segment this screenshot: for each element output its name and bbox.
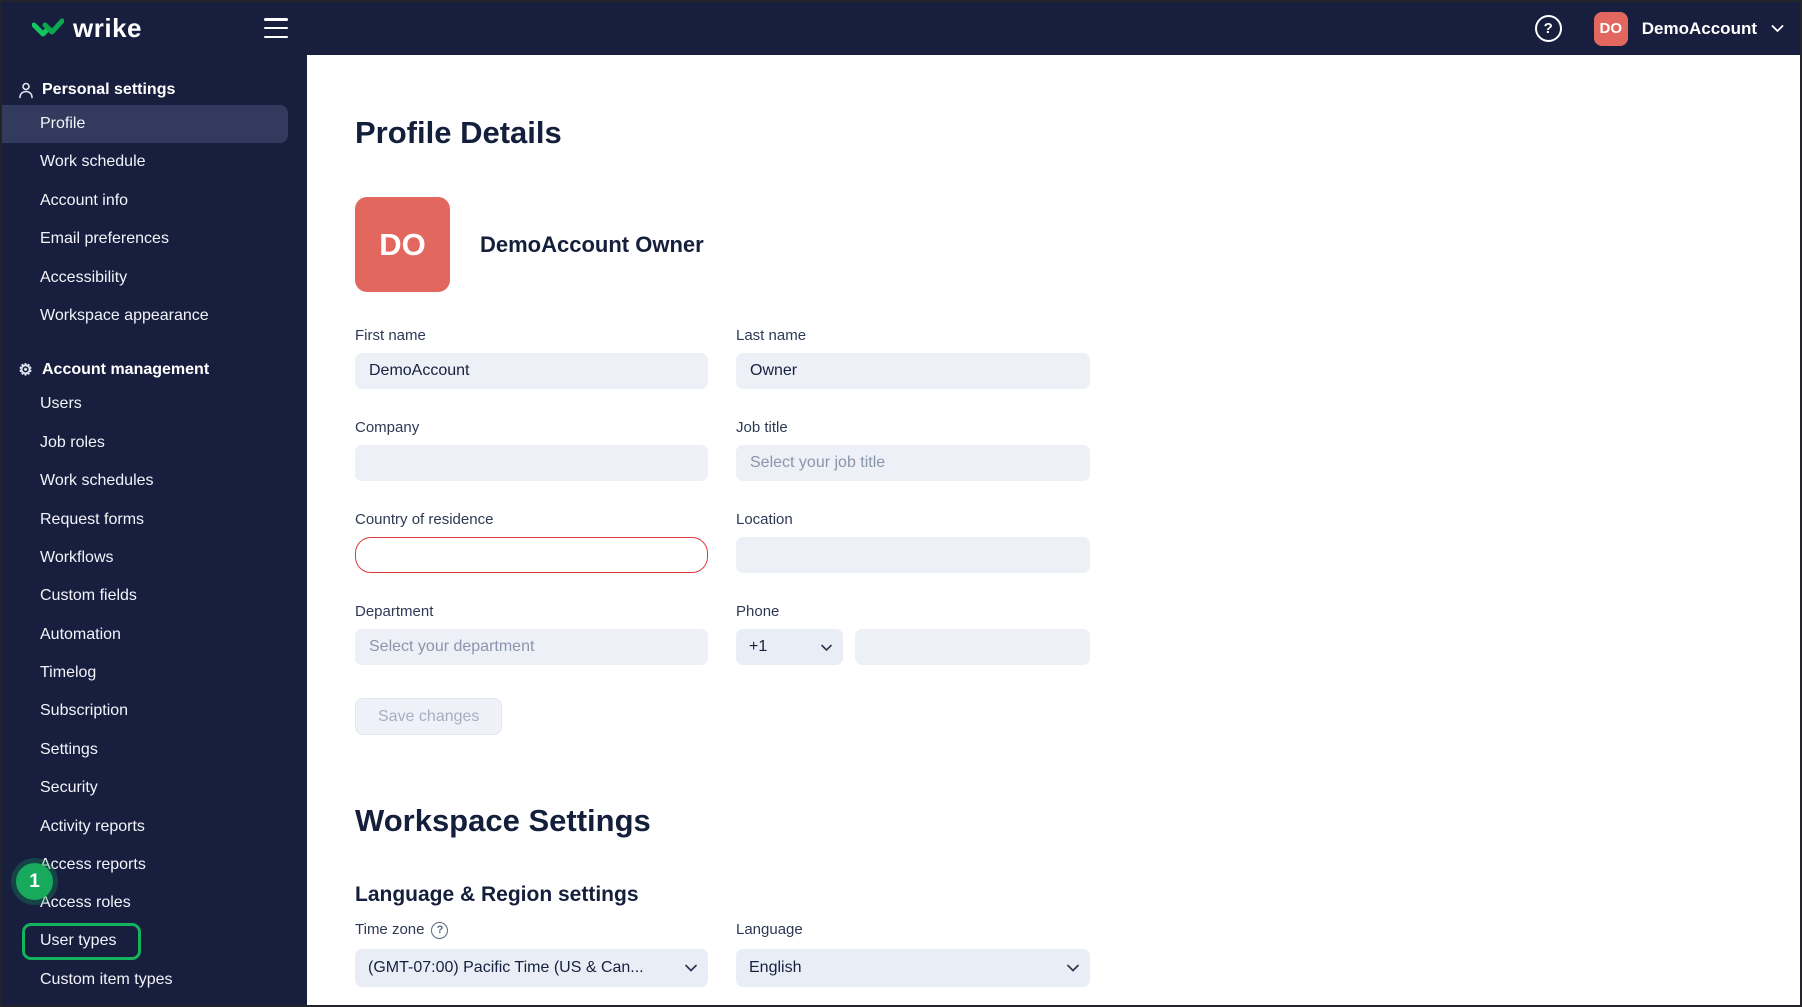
annotation-step-badge: 1 xyxy=(16,863,53,900)
sidebar-item-accessibility[interactable]: Accessibility xyxy=(2,259,307,297)
section-title: Personal settings xyxy=(42,81,176,98)
main-content: Profile Details DO DemoAccount Owner Fir… xyxy=(307,55,1800,1005)
sidebar-item-account-info[interactable]: Account info xyxy=(2,182,307,220)
timezone-label: Time zone xyxy=(355,921,425,938)
language-select[interactable]: English xyxy=(736,949,1090,987)
job-title-group: Job title xyxy=(736,419,1090,481)
department-label: Department xyxy=(355,603,434,620)
language-region-form: Time zone ? (GMT-07:00) Pacific Time (US… xyxy=(355,921,1760,987)
department-field[interactable] xyxy=(355,629,708,665)
sidebar-item-user-types[interactable]: User types xyxy=(2,923,307,961)
phone-country-code-select[interactable]: +1 xyxy=(736,629,843,665)
wrike-logo-icon xyxy=(32,18,64,36)
company-group: Company xyxy=(355,419,708,481)
phone-number-field[interactable] xyxy=(855,629,1090,665)
language-group: Language English xyxy=(736,921,1090,987)
language-value: English xyxy=(749,959,802,976)
profile-form: First name Last name Company Job title C… xyxy=(355,327,1760,665)
sidebar-item-job-roles[interactable]: Job roles xyxy=(2,424,307,462)
section-personal-settings: Personal settings xyxy=(2,75,307,105)
sidebar-item-profile[interactable]: Profile xyxy=(2,105,288,144)
account-name[interactable]: DemoAccount xyxy=(1642,19,1757,39)
last-name-group: Last name xyxy=(736,327,1090,389)
language-region-title: Language & Region settings xyxy=(355,883,639,906)
profile-full-name: DemoAccount Owner xyxy=(480,231,704,257)
job-title-field[interactable] xyxy=(736,445,1090,481)
company-label: Company xyxy=(355,419,420,436)
last-name-field[interactable] xyxy=(736,353,1090,389)
person-icon xyxy=(16,82,35,99)
wrike-logo[interactable]: wrike xyxy=(32,13,142,44)
sidebar-item-request-forms[interactable]: Request forms xyxy=(2,501,307,539)
topbar: wrike ? DO DemoAccount xyxy=(2,2,1800,55)
first-name-field[interactable] xyxy=(355,353,708,389)
wrike-logo-text: wrike xyxy=(73,13,142,43)
country-group: Country of residence xyxy=(355,511,708,573)
hamburger-menu-icon[interactable] xyxy=(264,18,290,38)
workspace-settings-title: Workspace Settings xyxy=(355,803,651,838)
location-label: Location xyxy=(736,511,793,528)
section-title: Account management xyxy=(42,361,210,379)
app-window: wrike ? DO DemoAccount Personal settings… xyxy=(0,0,1802,1007)
sidebar-item-timelog[interactable]: Timelog xyxy=(2,654,307,692)
section-account-management: ⚙ Account management xyxy=(2,355,307,385)
first-name-group: First name xyxy=(355,327,708,389)
chevron-down-icon xyxy=(821,644,832,651)
settings-sidebar: Personal settings Profile Work schedule … xyxy=(2,55,307,1005)
page-title: Profile Details xyxy=(355,115,562,150)
sidebar-item-subscription[interactable]: Subscription xyxy=(2,692,307,730)
last-name-label: Last name xyxy=(736,327,807,344)
phone-label: Phone xyxy=(736,603,780,620)
save-changes-button[interactable]: Save changes xyxy=(355,698,503,735)
sidebar-item-email-preferences[interactable]: Email preferences xyxy=(2,220,307,258)
timezone-help-icon[interactable]: ? xyxy=(431,921,449,939)
timezone-select[interactable]: (GMT-07:00) Pacific Time (US & Can... xyxy=(355,949,708,987)
sidebar-item-custom-fields[interactable]: Custom fields xyxy=(2,577,307,615)
help-icon[interactable]: ? xyxy=(1534,15,1562,42)
sidebar-item-users[interactable]: Users xyxy=(2,385,307,423)
chevron-down-icon xyxy=(685,964,697,972)
company-field[interactable] xyxy=(355,445,708,481)
profile-header: DO DemoAccount Owner xyxy=(355,197,1760,292)
country-field[interactable] xyxy=(355,537,708,573)
gear-icon: ⚙ xyxy=(18,362,33,380)
country-label: Country of residence xyxy=(355,511,494,528)
department-group: Department xyxy=(355,603,708,665)
profile-avatar[interactable]: DO xyxy=(355,197,450,292)
sidebar-item-work-schedules[interactable]: Work schedules xyxy=(2,462,307,500)
job-title-label: Job title xyxy=(736,419,788,436)
sidebar-item-workspace-appearance[interactable]: Workspace appearance xyxy=(2,297,307,335)
timezone-value: (GMT-07:00) Pacific Time (US & Can... xyxy=(368,959,644,976)
sidebar-item-settings[interactable]: Settings xyxy=(2,731,307,769)
sidebar-item-security[interactable]: Security xyxy=(2,769,307,807)
chevron-down-icon xyxy=(1067,964,1079,972)
location-field[interactable] xyxy=(736,537,1090,573)
phone-group: Phone +1 xyxy=(736,603,1090,665)
chevron-down-icon[interactable] xyxy=(1771,24,1784,33)
first-name-label: First name xyxy=(355,327,426,344)
annotation-highlight-box: User types xyxy=(22,923,142,961)
sidebar-item-activity-reports[interactable]: Activity reports xyxy=(2,808,307,846)
user-avatar[interactable]: DO xyxy=(1593,11,1628,46)
sidebar-item-automation[interactable]: Automation xyxy=(2,616,307,654)
language-label: Language xyxy=(736,921,803,938)
sidebar-item-work-schedule[interactable]: Work schedule xyxy=(2,143,307,181)
phone-code-value: +1 xyxy=(749,638,768,655)
sidebar-item-workflows[interactable]: Workflows xyxy=(2,539,307,577)
topbar-right: ? DO DemoAccount xyxy=(1534,2,1784,55)
timezone-group: Time zone ? (GMT-07:00) Pacific Time (US… xyxy=(355,921,708,987)
location-group: Location xyxy=(736,511,1090,573)
sidebar-item-custom-item-types[interactable]: Custom item types xyxy=(2,961,307,999)
